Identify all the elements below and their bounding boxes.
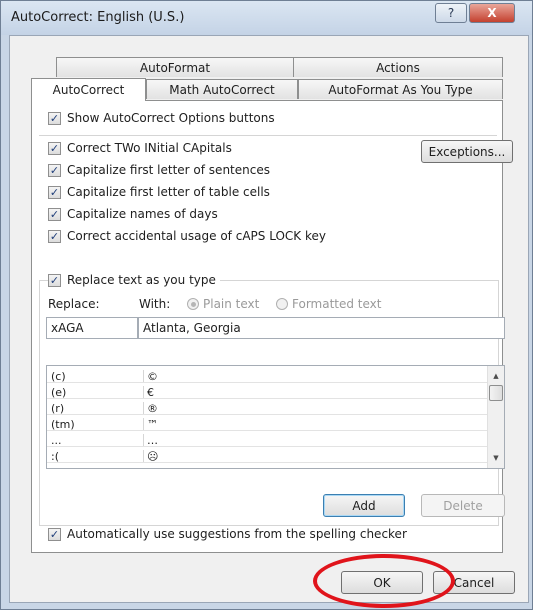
capitalize-table-cells-checkbox[interactable]: ✓ Capitalize first letter of table cells [48, 185, 270, 199]
tab-autoformat[interactable]: AutoFormat [56, 57, 294, 77]
close-icon: X [487, 6, 497, 20]
radio-label: Plain text [203, 297, 260, 311]
radio-label: Formatted text [292, 297, 382, 311]
cancel-button[interactable]: Cancel [433, 571, 515, 594]
with-input[interactable]: Atlanta, Georgia [138, 317, 505, 339]
formatted-text-radio[interactable]: Formatted text [276, 297, 382, 311]
tab-label: Actions [376, 60, 420, 75]
tab-label: AutoFormat As You Type [328, 82, 473, 97]
list-item[interactable]: :( ☹ [47, 450, 494, 463]
separator [39, 135, 497, 136]
tab-autocorrect[interactable]: AutoCorrect [31, 78, 146, 101]
tab-autoformat-as-you-type[interactable]: AutoFormat As You Type [298, 79, 503, 99]
tab-math-autocorrect[interactable]: Math AutoCorrect [146, 79, 298, 99]
button-label: Cancel [453, 575, 495, 590]
spelling-suggestions-checkbox[interactable]: ✓ Automatically use suggestions from the… [48, 527, 407, 541]
button-label: Delete [443, 498, 483, 513]
list-item[interactable]: (c) © [47, 370, 494, 383]
checkbox-box: ✓ [48, 141, 61, 155]
checkbox-label: Show AutoCorrect Options buttons [67, 111, 275, 125]
button-label: Exceptions... [428, 144, 506, 159]
correct-two-initial-capitals-checkbox[interactable]: ✓ Correct TWo INitial CApitals [48, 141, 232, 155]
tab-label: AutoCorrect [52, 83, 125, 97]
button-label: Add [352, 498, 376, 513]
close-button[interactable]: X [469, 3, 515, 23]
checkbox-label: Automatically use suggestions from the s… [67, 527, 407, 541]
checkbox-label: Capitalize names of days [67, 207, 218, 221]
help-button[interactable]: ? [435, 3, 467, 23]
ok-button[interactable]: OK [341, 571, 423, 594]
checkbox-box: ✓ [48, 111, 61, 125]
replacement-list[interactable]: (c) © (e) € (r) ® (tm) ™ ... …:(☹ ▲ ▼ [46, 365, 505, 469]
list-item[interactable]: (tm) ™ [47, 418, 494, 431]
tab-label: Math AutoCorrect [169, 82, 275, 97]
title-bar[interactable]: AutoCorrect: English (U.S.) ? X [1, 1, 532, 35]
with-label: With: [139, 297, 171, 311]
show-autocorrect-options-checkbox[interactable]: ✓ Show AutoCorrect Options buttons [48, 111, 275, 125]
checkbox-label: Correct accidental usage of cAPS LOCK ke… [67, 229, 326, 243]
checkbox-box: ✓ [48, 273, 61, 287]
vertical-scrollbar[interactable]: ▲ ▼ [487, 366, 504, 468]
checkbox-box: ✓ [48, 229, 61, 243]
tab-actions[interactable]: Actions [293, 57, 503, 77]
checkbox-label: Replace text as you type [67, 273, 216, 287]
caps-lock-checkbox[interactable]: ✓ Correct accidental usage of cAPS LOCK … [48, 229, 326, 243]
list-item[interactable]: (r) ® [47, 402, 494, 415]
add-button[interactable]: Add [323, 494, 405, 517]
replace-label: Replace: [48, 297, 100, 311]
delete-button[interactable]: Delete [421, 494, 505, 517]
scroll-thumb[interactable] [489, 385, 503, 401]
capitalize-sentences-checkbox[interactable]: ✓ Capitalize first letter of sentences [48, 163, 270, 177]
checkbox-label: Capitalize first letter of table cells [67, 185, 270, 199]
checkbox-label: Correct TWo INitial CApitals [67, 141, 232, 155]
checkbox-label: Capitalize first letter of sentences [67, 163, 270, 177]
radio-button [276, 298, 288, 310]
exceptions-button[interactable]: Exceptions... [421, 140, 513, 163]
checkbox-box: ✓ [48, 185, 61, 199]
help-icon: ? [447, 6, 455, 20]
checkbox-box: ✓ [48, 163, 61, 177]
checkbox-box: ✓ [48, 527, 61, 541]
replace-input[interactable]: xAGA [46, 317, 138, 339]
window-title: AutoCorrect: English (U.S.) [11, 10, 185, 25]
list-item[interactable]: (e) € [47, 386, 494, 399]
radio-button [187, 298, 199, 310]
button-label: OK [373, 575, 391, 590]
list-item[interactable]: ... … [47, 434, 494, 447]
scroll-down-icon[interactable]: ▼ [488, 450, 504, 466]
tab-label: AutoFormat [139, 60, 211, 75]
capitalize-days-checkbox[interactable]: ✓ Capitalize names of days [48, 207, 218, 221]
checkbox-box: ✓ [48, 207, 61, 221]
autocorrect-dialog: AutoCorrect: English (U.S.) ? X AutoForm… [0, 0, 533, 610]
scroll-up-icon[interactable]: ▲ [488, 368, 504, 384]
replace-as-you-type-checkbox[interactable]: ✓ Replace text as you type [48, 273, 220, 287]
plain-text-radio[interactable]: Plain text [187, 297, 259, 311]
